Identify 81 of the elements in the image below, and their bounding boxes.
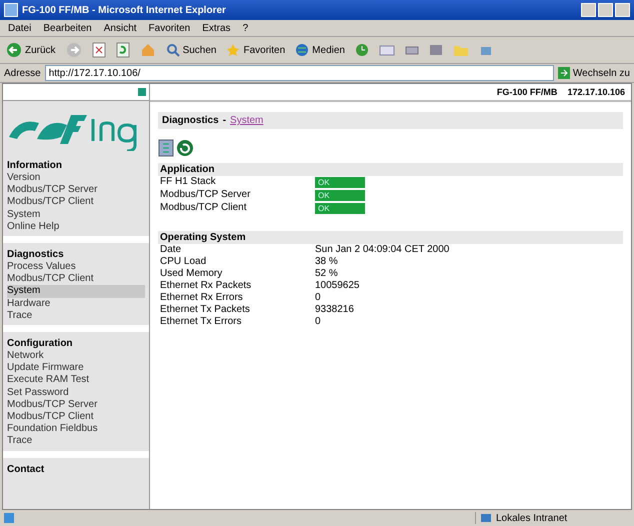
- row-label: Date: [160, 244, 182, 256]
- row-value: 52 %: [315, 268, 339, 280]
- sidebar-heading: Diagnostics: [7, 248, 65, 262]
- menu-item[interactable]: Ansicht: [104, 22, 137, 34]
- go-arrow-icon: [558, 67, 570, 79]
- breadcrumb-link[interactable]: System: [230, 115, 264, 126]
- row-label: Ethernet Tx Packets: [160, 304, 251, 316]
- search-button[interactable]: Suchen: [166, 43, 216, 57]
- sidebar-heading: Configuration: [7, 337, 74, 350]
- row-label: Modbus/TCP Server: [160, 189, 252, 202]
- row-value: 10059625: [315, 280, 360, 292]
- sidebar-link[interactable]: Trace: [7, 435, 145, 448]
- row-value: 9338216: [315, 304, 355, 316]
- row-value: 0: [315, 316, 322, 328]
- sidebar-link[interactable]: Execute RAM Test: [7, 374, 145, 387]
- device-name: FG-100 FF/MB: [496, 87, 558, 97]
- row-value: 38 %: [315, 256, 339, 268]
- row-label: Ethernet Tx Errors: [160, 316, 243, 328]
- square-icon: [138, 88, 146, 96]
- favorites-button[interactable]: Favoriten: [226, 43, 286, 57]
- row-label: FF H1 Stack: [160, 176, 217, 189]
- sidebar-link[interactable]: Set Password: [7, 386, 145, 399]
- status-indicator: OK: [315, 177, 365, 188]
- menu-item[interactable]: Bearbeiten: [43, 22, 92, 34]
- home-icon[interactable]: [140, 42, 156, 58]
- row-value: 0: [315, 292, 322, 304]
- media-button[interactable]: Medien: [295, 43, 345, 57]
- browser-icon: [4, 3, 18, 17]
- back-button[interactable]: Zurück: [6, 42, 56, 58]
- stop-icon[interactable]: [92, 42, 106, 58]
- minimize-button[interactable]: [581, 3, 596, 17]
- address-field[interactable]: http://172.17.10.106/: [44, 65, 554, 81]
- sidebar-link[interactable]: Version: [7, 172, 145, 184]
- breadcrumb-section: Diagnostics: [162, 115, 219, 126]
- row-label: Ethernet Rx Packets: [160, 280, 252, 292]
- menu-item[interactable]: Favoriten: [148, 22, 190, 34]
- row-value: Sun Jan 2 04:09:04 CET 2000: [315, 244, 450, 256]
- sidebar-link[interactable]: Modbus/TCP Client: [7, 273, 145, 286]
- go-button[interactable]: Wechseln zu: [558, 67, 630, 79]
- history-icon[interactable]: [354, 43, 369, 57]
- sidebar-link[interactable]: Modbus/TCP Client: [7, 411, 145, 424]
- star-icon: [226, 43, 240, 57]
- sidebar-link[interactable]: Network: [7, 350, 145, 362]
- address-label: Adresse: [4, 68, 41, 78]
- menu-item[interactable]: Datei: [8, 22, 32, 34]
- sidebar-link[interactable]: Modbus/TCP Server: [7, 184, 145, 196]
- sidebar-link[interactable]: Foundation Fieldbus: [7, 423, 145, 436]
- search-icon: [166, 43, 180, 57]
- breadcrumb-separator: -: [222, 115, 226, 126]
- status-indicator: OK: [315, 190, 365, 201]
- row-label: CPU Load: [160, 256, 208, 268]
- sidebar-heading: Contact: [7, 462, 46, 476]
- sidebar-link[interactable]: System: [7, 285, 145, 298]
- zone-label: Lokales Intranet: [496, 512, 568, 524]
- sidebar-link[interactable]: Modbus/TCP Client: [7, 196, 145, 209]
- section-heading: Operating System: [158, 231, 623, 244]
- status-indicator: OK: [315, 203, 365, 214]
- row-label: Modbus/TCP Client: [160, 202, 248, 215]
- maximize-button[interactable]: [598, 3, 613, 17]
- menu-item[interactable]: Extras: [202, 22, 231, 34]
- sidebar-link[interactable]: Update Firmware: [7, 362, 145, 374]
- menu-item[interactable]: ?: [242, 22, 248, 34]
- sidebar-link[interactable]: System: [7, 208, 145, 221]
- row-label: Ethernet Rx Errors: [160, 292, 244, 304]
- sidebar-link[interactable]: Modbus/TCP Server: [7, 398, 145, 412]
- back-icon: [6, 42, 22, 58]
- close-button[interactable]: [615, 3, 630, 17]
- refresh-icon[interactable]: [177, 139, 193, 157]
- row-label: Used Memory: [160, 268, 224, 280]
- globe-icon: [295, 43, 310, 57]
- sidebar-link[interactable]: Hardware: [7, 298, 145, 310]
- sidebar-link[interactable]: Online Help: [7, 220, 145, 234]
- document-icon[interactable]: [158, 139, 174, 157]
- ip-address: 172.17.10.106: [567, 87, 625, 97]
- forward-icon[interactable]: [66, 42, 82, 58]
- refresh-icon[interactable]: [116, 42, 130, 58]
- window-title: FG-100 FF/MB - Microsoft Internet Explorer: [22, 4, 226, 16]
- sidebar-link[interactable]: Trace: [7, 310, 145, 322]
- section-heading: Application: [158, 163, 623, 176]
- sidebar-link[interactable]: Process Values: [7, 261, 145, 274]
- sidebar-heading: Information: [7, 159, 63, 172]
